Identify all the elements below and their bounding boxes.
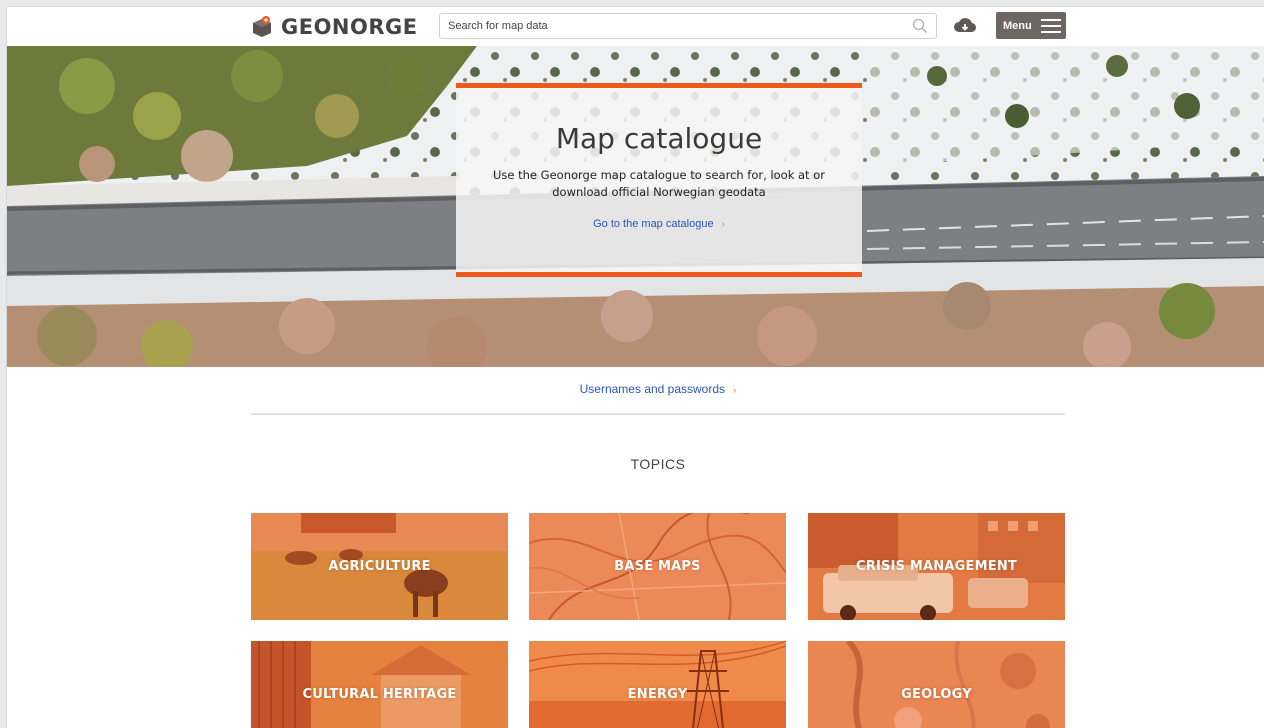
hero-title: Map catalogue [555,122,763,155]
topic-label: CRISIS MANAGEMENT [856,559,1017,574]
map-catalogue-link-label: Go to the map catalogue [593,218,714,230]
usernames-passwords-label: Usernames and passwords [579,382,726,396]
credentials-row: Usernames and passwords › [251,380,1065,398]
search-input[interactable] [440,14,900,38]
usernames-passwords-link[interactable]: Usernames and passwords › [580,382,737,396]
hero-description: Use the Geonorge map catalogue to search… [493,168,825,199]
brand-name: GEONORGE [281,15,418,39]
topic-tile-energy[interactable]: ENERGY [529,641,786,728]
topic-label: AGRICULTURE [328,559,431,574]
topic-label: BASE MAPS [614,559,701,574]
section-divider [251,413,1065,415]
search-icon[interactable] [912,18,928,34]
chevron-right-icon: › [733,385,737,396]
topic-tile-agriculture[interactable]: AGRICULTURE [251,513,508,620]
chevron-right-icon: › [721,219,725,230]
hero-card: Map catalogue Use the Geonorge map catal… [456,83,862,277]
cultural-heritage-image [251,641,508,728]
topic-label: ENERGY [627,687,688,702]
geonorge-logo-icon [253,16,271,37]
brand-logo[interactable]: GEONORGE [251,13,418,41]
topic-tile-crisis-management[interactable]: CRISIS MANAGEMENT [808,513,1065,620]
topic-tile-cultural-heritage[interactable]: CULTURAL HERITAGE [251,641,508,728]
topics-heading: TOPICS [630,456,686,472]
hero-banner: Map catalogue Use the Geonorge map catal… [7,46,1264,367]
search-box [439,13,937,39]
site-header: GEONORGE Menu [7,7,1264,46]
topic-label: GEOLOGY [901,687,972,702]
hamburger-icon [1040,15,1061,37]
topic-tile-geology[interactable]: GEOLOGY [808,641,1065,728]
menu-button[interactable]: Menu [996,12,1066,39]
topic-tile-base-maps[interactable]: BASE MAPS [529,513,786,620]
cloud-download-icon[interactable] [953,15,977,37]
browser-viewport: GEONORGE Menu [6,6,1264,728]
geology-image [808,641,1065,728]
energy-image [529,641,786,728]
menu-label: Menu [1003,19,1032,32]
topic-label: CULTURAL HERITAGE [302,687,457,702]
map-catalogue-link[interactable]: Go to the map catalogue › [593,218,725,230]
